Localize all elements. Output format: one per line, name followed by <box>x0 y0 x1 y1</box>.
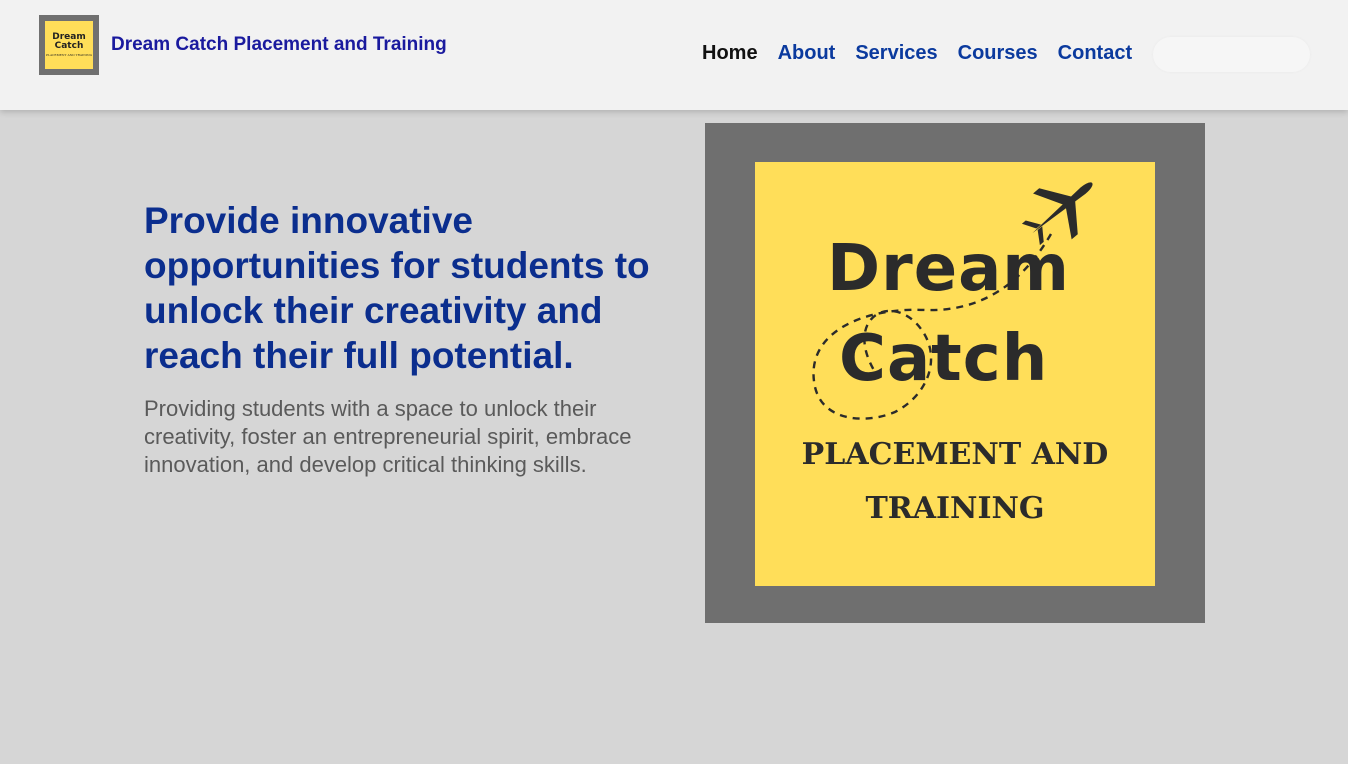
poster-word-dream: Dream <box>827 232 1070 306</box>
site-header: Dream Catch PLACEMENT AND TRAINING Dream… <box>0 0 1348 110</box>
logo-word-catch: Catch <box>54 41 84 51</box>
brand[interactable]: Dream Catch PLACEMENT AND TRAINING Dream… <box>39 15 447 75</box>
brand-logo[interactable]: Dream Catch PLACEMENT AND TRAINING <box>39 15 99 75</box>
poster-word-catch: Catch <box>839 322 1049 396</box>
logo-subtitle: PLACEMENT AND TRAINING <box>45 53 93 57</box>
hero-text: Provide innovative opportunities for stu… <box>144 198 674 479</box>
nav-cta-button[interactable] <box>1153 37 1310 72</box>
poster-subtitle-line2: TRAINING <box>865 491 1045 526</box>
poster-subtitle-line1: PLACEMENT AND <box>801 437 1109 472</box>
brand-logo-inner: Dream Catch PLACEMENT AND TRAINING <box>45 21 93 69</box>
nav-services-link[interactable]: Services <box>855 42 937 65</box>
hero-poster: Dream Catch PLACEMENT AND TRAINING <box>755 162 1155 586</box>
main-nav: Home About Services Courses Contact <box>702 42 1152 65</box>
nav-courses-link[interactable]: Courses <box>958 42 1038 65</box>
brand-title[interactable]: Dream Catch Placement and Training <box>111 34 447 56</box>
hero-heading: Provide innovative opportunities for stu… <box>144 200 650 376</box>
nav-about-link[interactable]: About <box>778 42 836 65</box>
poster-subtitle: PLACEMENT AND TRAINING <box>755 428 1155 536</box>
nav-home-link[interactable]: Home <box>702 42 758 65</box>
nav-contact-link[interactable]: Contact <box>1058 42 1132 65</box>
hero-image: Dream Catch PLACEMENT AND TRAINING <box>705 123 1205 623</box>
hero-subtext: Providing students with a space to unloc… <box>144 396 632 477</box>
